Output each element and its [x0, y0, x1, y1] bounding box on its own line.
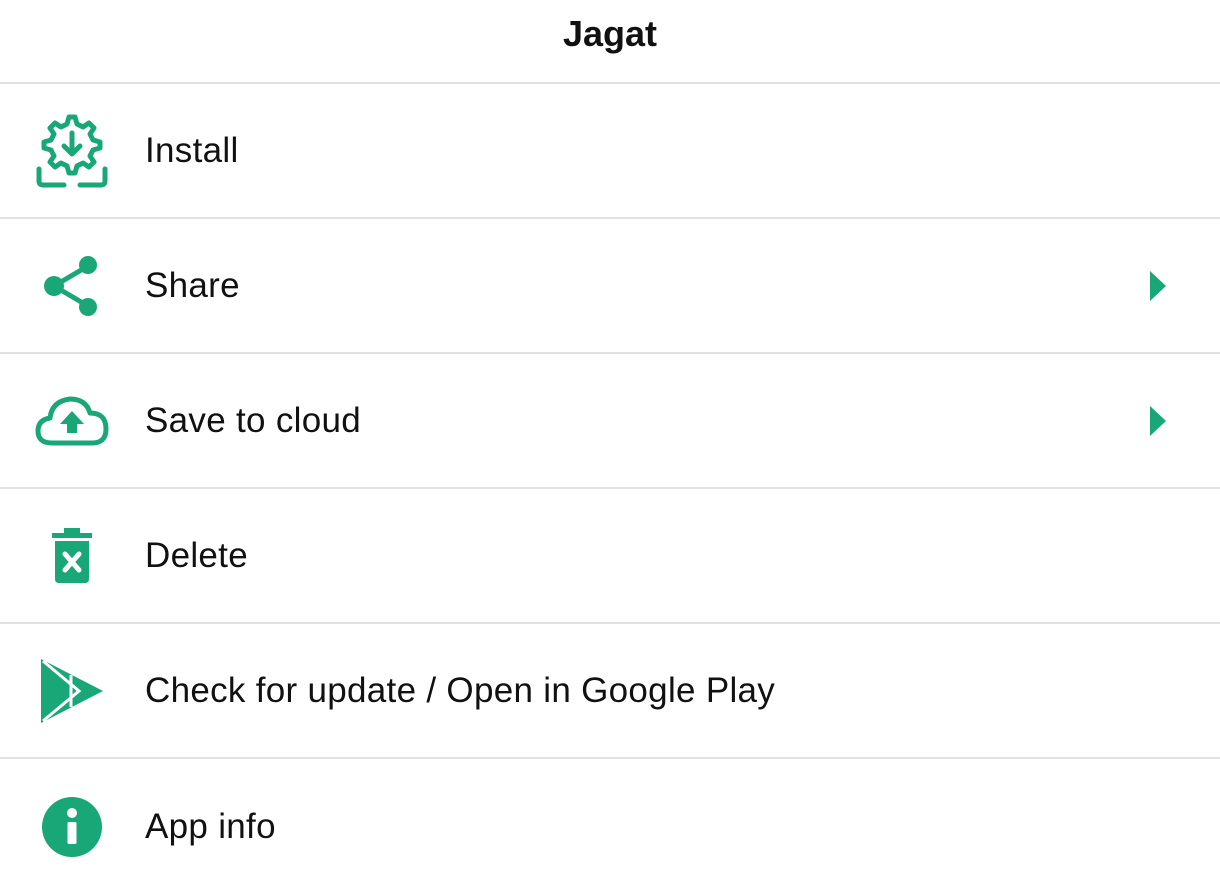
menu-item-share[interactable]: Share: [0, 219, 1220, 354]
share-icon: [32, 246, 112, 326]
chevron-right-icon: [1146, 270, 1170, 302]
google-play-icon: [32, 651, 112, 731]
install-gear-icon: [32, 111, 112, 191]
menu-item-label: Check for update / Open in Google Play: [145, 670, 776, 710]
menu-item-label: App info: [145, 807, 276, 846]
dialog-title: Jagat: [562, 13, 658, 54]
dialog-header: Jagat: [0, 0, 1220, 84]
cloud-upload-icon: [32, 381, 112, 461]
chevron-right-icon: [1146, 405, 1170, 437]
menu-item-app-info[interactable]: App info: [0, 759, 1220, 895]
menu-item-label: Share: [145, 265, 240, 305]
trash-icon: [32, 516, 112, 596]
info-icon: [32, 787, 112, 867]
menu-item-check-update[interactable]: Check for update / Open in Google Play: [0, 624, 1220, 759]
menu-item-save-to-cloud[interactable]: Save to cloud: [0, 354, 1220, 489]
context-menu: Install Share Save to cloud Delete Check…: [0, 84, 1220, 895]
menu-item-install[interactable]: Install: [0, 84, 1220, 219]
menu-item-label: Save to cloud: [145, 400, 361, 440]
menu-item-delete[interactable]: Delete: [0, 489, 1220, 624]
menu-item-label: Delete: [145, 535, 248, 575]
menu-item-label: Install: [145, 130, 239, 170]
